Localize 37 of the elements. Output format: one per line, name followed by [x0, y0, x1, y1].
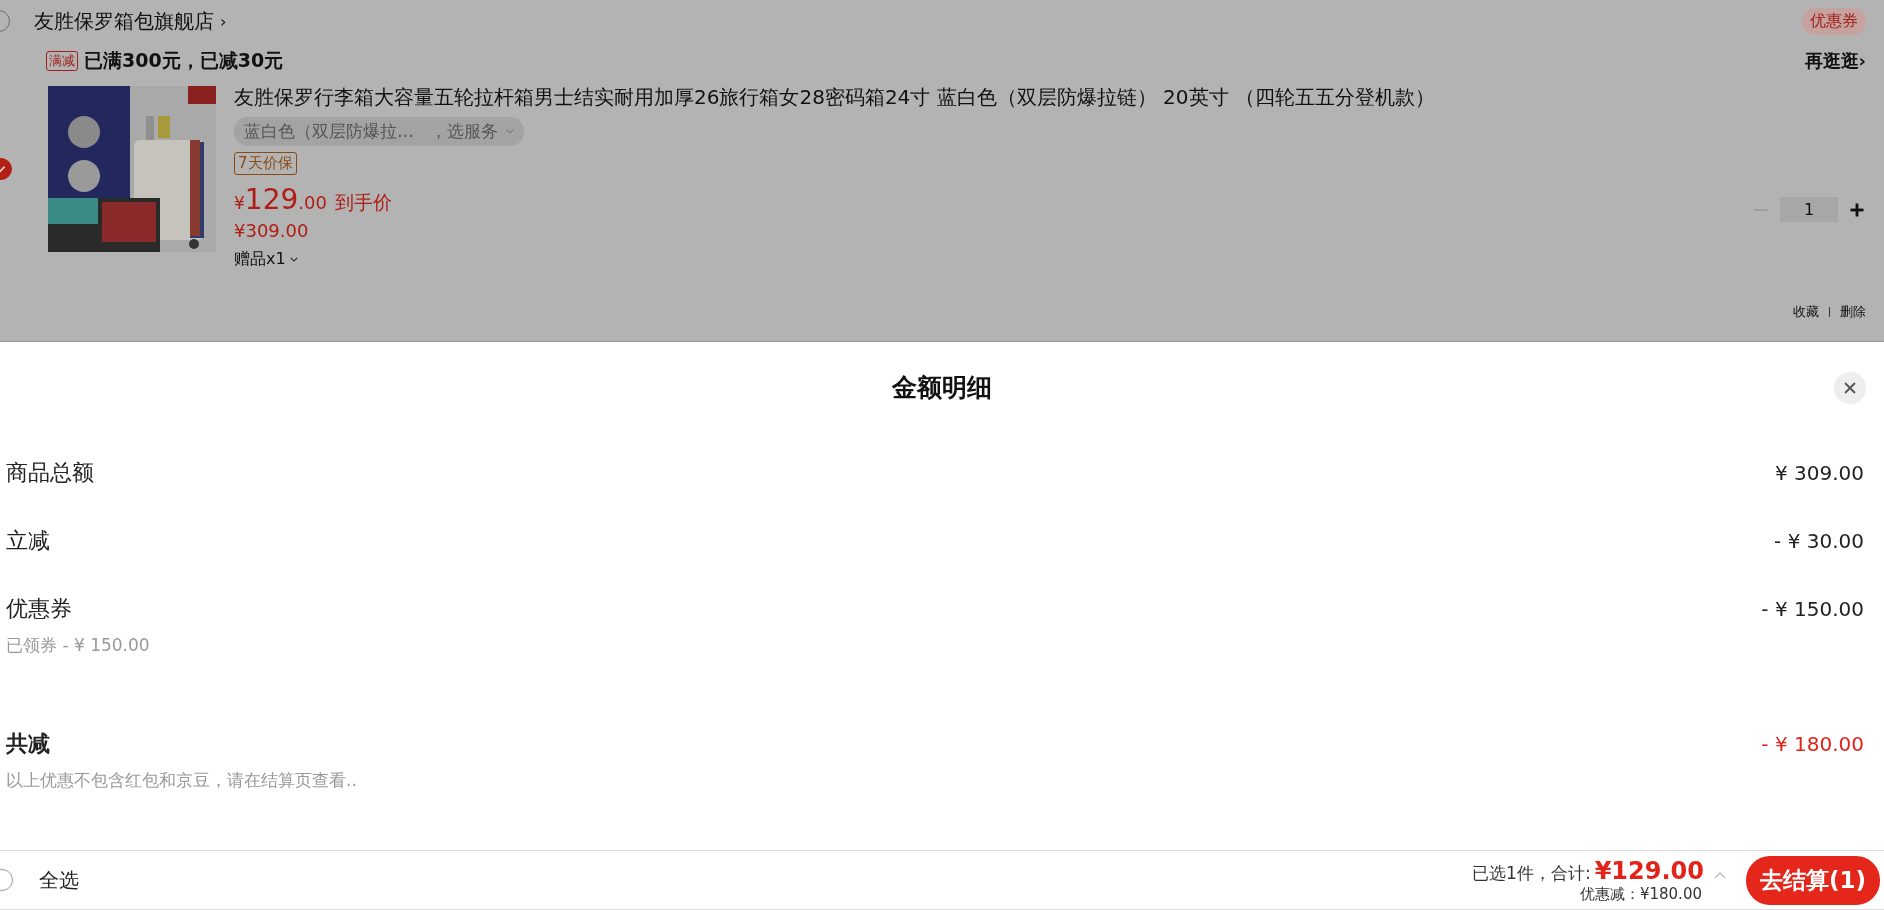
plus-icon	[1850, 202, 1864, 217]
close-icon	[1843, 381, 1857, 395]
discount-summary: 优惠减：¥180.00	[1579, 884, 1702, 904]
shop-more-link[interactable]: 再逛逛›	[1804, 49, 1866, 73]
original-price: ¥309.00	[234, 220, 309, 241]
chevron-down-icon	[289, 257, 298, 262]
chevron-up-icon[interactable]	[1713, 871, 1726, 879]
discount-note: 以上优惠不包含红包和京豆，请在结算页查看..	[6, 769, 358, 792]
select-all-label[interactable]: 全选	[39, 866, 79, 894]
sheet-title: 金额明细	[892, 371, 992, 404]
total-discount-value: - ¥ 180.00	[1761, 732, 1864, 756]
gift-link[interactable]: 赠品x1	[234, 249, 286, 270]
increase-button[interactable]	[1848, 201, 1866, 218]
amount-value: ¥ 309.00	[1774, 461, 1864, 485]
price-guarantee-tag: 7天价保	[234, 152, 297, 175]
store-arrow[interactable]: ›	[220, 11, 227, 31]
item-action-link[interactable]: 删除	[1840, 303, 1866, 321]
promo-text: 已满300元，已减30元	[84, 48, 284, 73]
checkout-button[interactable]: 去结算(1)	[1745, 855, 1880, 905]
item-action-link[interactable]: 收藏	[1793, 303, 1819, 321]
amount-note: 已领券 - ¥ 150.00	[6, 634, 151, 657]
quantity-field[interactable]: 1	[1780, 197, 1838, 222]
product-title[interactable]: 友胜保罗行李箱大容量五轮拉杆箱男士结实耐用加厚26旅行箱女28密码箱24寸 蓝白色（双层防爆拉链） 20英寸 （四轮五五分登机款）	[234, 83, 1435, 111]
store-name[interactable]: 友胜保罗箱包旗舰店	[34, 7, 214, 35]
chevron-down-icon	[506, 129, 514, 134]
amount-value: - ¥ 30.00	[1774, 529, 1864, 553]
amount-label: 优惠券	[6, 595, 72, 623]
final-price: ¥129.00	[234, 183, 327, 216]
amount-label: 商品总额	[6, 459, 94, 487]
selected-summary: 已选1件，合计:	[1472, 861, 1591, 885]
price-label: 到手价	[334, 190, 392, 215]
total-discount-label: 共减	[6, 730, 50, 758]
close-button[interactable]	[1834, 372, 1866, 404]
total-price: ¥129.00	[1594, 856, 1704, 885]
amount-label: 立减	[6, 527, 50, 555]
promo-tag: 满减	[46, 51, 78, 71]
amount-value: - ¥ 150.00	[1761, 597, 1864, 621]
